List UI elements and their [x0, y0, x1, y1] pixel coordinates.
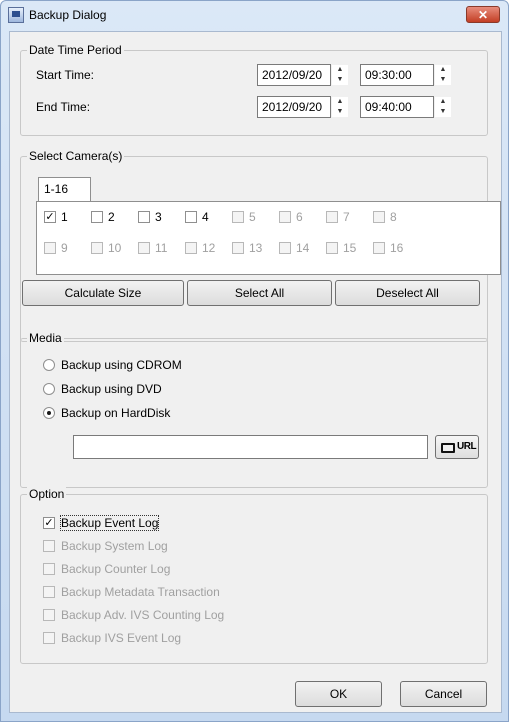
tab-cameras-1-16[interactable]: 1-16 — [38, 177, 91, 201]
spin-up-icon: ▲ — [336, 66, 344, 73]
cancel-button[interactable]: Cancel — [400, 681, 487, 707]
open-folder-icon — [441, 443, 455, 453]
radio-cdrom-label[interactable]: Backup using CDROM — [61, 358, 182, 372]
camera-checkbox — [232, 211, 244, 223]
radio-harddisk-label[interactable]: Backup on HardDisk — [61, 406, 170, 420]
camera-checkbox — [279, 242, 291, 254]
start-date-spinner[interactable]: ▲ ▼ — [332, 65, 348, 85]
backup-path-input[interactable] — [73, 435, 428, 459]
radio-cdrom[interactable] — [43, 359, 55, 371]
camera-checkbox — [138, 242, 150, 254]
option-checkbox[interactable]: ✓ — [43, 517, 55, 529]
spin-up-icon: ▲ — [439, 66, 447, 73]
media-legend: Media — [27, 331, 64, 345]
date-time-period-group: Date Time Period Start Time: 2012/09/20 … — [20, 43, 488, 136]
camera-checkbox[interactable]: ✓ — [44, 211, 56, 223]
option-legend: Option — [27, 487, 67, 501]
option-checkbox-label[interactable]: Backup Event Log — [59, 515, 160, 531]
camera-checkbox-label: 10 — [108, 241, 122, 255]
spin-down-icon: ▼ — [439, 76, 447, 83]
camera-checkbox-label: 9 — [61, 241, 68, 255]
backup-dialog-window: Backup Dialog ✕ Date Time Period Start T… — [0, 0, 509, 722]
end-time-field[interactable]: 09:40:00 — [360, 96, 434, 118]
spin-down-icon: ▼ — [336, 108, 344, 115]
select-cameras-legend: Select Camera(s) — [27, 149, 125, 163]
camera-checkbox — [91, 242, 103, 254]
camera-checkbox[interactable] — [185, 211, 197, 223]
camera-checkbox-label: 6 — [296, 210, 303, 224]
option-checkbox-label: Backup Counter Log — [61, 562, 171, 576]
option-checkbox-label: Backup IVS Event Log — [61, 631, 182, 645]
camera-checkbox[interactable] — [138, 211, 150, 223]
camera-checkbox-label: 15 — [343, 241, 357, 255]
start-time-field[interactable]: 09:30:00 — [360, 64, 434, 86]
window-title: Backup Dialog — [29, 8, 107, 22]
camera-checkbox-label: 11 — [155, 241, 168, 255]
spin-up-icon: ▲ — [439, 98, 447, 105]
option-checkbox-label: Backup Adv. IVS Counting Log — [61, 608, 225, 622]
deselect-all-button[interactable]: Deselect All — [335, 280, 480, 306]
camera-checkbox-label[interactable]: 2 — [108, 210, 115, 224]
camera-checkbox-label: 16 — [390, 241, 404, 255]
option-checkbox — [43, 609, 55, 621]
camera-checkbox-label: 14 — [296, 241, 310, 255]
spin-down-icon: ▼ — [336, 76, 344, 83]
start-time-spinner[interactable]: ▲ ▼ — [435, 65, 451, 85]
end-time-spinner[interactable]: ▲ ▼ — [435, 97, 451, 117]
camera-checkbox — [326, 242, 338, 254]
option-checkbox-label: Backup System Log — [61, 539, 168, 553]
radio-harddisk[interactable] — [43, 407, 55, 419]
title-bar[interactable]: Backup Dialog ✕ — [1, 1, 508, 29]
url-browse-button[interactable]: URL — [435, 435, 479, 459]
select-all-button[interactable]: Select All — [187, 280, 332, 306]
camera-checkbox-label: 7 — [343, 210, 350, 224]
camera-checkbox — [232, 242, 244, 254]
calculate-size-button[interactable]: Calculate Size — [22, 280, 184, 306]
option-checkbox — [43, 632, 55, 644]
camera-checkbox — [185, 242, 197, 254]
dialog-client-area: Date Time Period Start Time: 2012/09/20 … — [9, 31, 502, 713]
radio-dvd-label[interactable]: Backup using DVD — [61, 382, 162, 396]
start-time-label: Start Time: — [36, 68, 95, 82]
camera-checkbox — [44, 242, 56, 254]
camera-checkbox-label: 12 — [202, 241, 216, 255]
close-button[interactable]: ✕ — [466, 6, 500, 23]
date-time-period-legend: Date Time Period — [27, 43, 124, 57]
start-date-field[interactable]: 2012/09/20 — [257, 64, 331, 86]
camera-checkbox-label: 13 — [249, 241, 263, 255]
camera-checkbox-label: 5 — [249, 210, 256, 224]
spin-up-icon: ▲ — [336, 98, 344, 105]
url-button-label: URL — [457, 441, 477, 452]
camera-checkbox — [279, 211, 291, 223]
camera-checkbox[interactable] — [91, 211, 103, 223]
camera-checkbox — [373, 242, 385, 254]
option-checkbox — [43, 586, 55, 598]
camera-checkbox-label: 8 — [390, 210, 397, 224]
media-group: Media Backup using CDROM Backup using DV… — [20, 331, 488, 488]
end-date-spinner[interactable]: ▲ ▼ — [332, 97, 348, 117]
spin-down-icon: ▼ — [439, 108, 447, 115]
end-time-label: End Time: — [36, 100, 91, 114]
close-icon: ✕ — [477, 8, 489, 22]
backup-app-icon — [8, 7, 24, 23]
camera-checkbox-label[interactable]: 1 — [61, 210, 68, 224]
option-checkbox-label: Backup Metadata Transaction — [61, 585, 220, 599]
radio-dvd[interactable] — [43, 383, 55, 395]
camera-checkbox — [326, 211, 338, 223]
camera-checkbox-label[interactable]: 4 — [202, 210, 209, 224]
camera-checkbox — [373, 211, 385, 223]
camera-checkbox-label[interactable]: 3 — [155, 210, 162, 224]
option-checkbox — [43, 563, 55, 575]
option-checkbox — [43, 540, 55, 552]
select-cameras-group: Select Camera(s) 1-16 ✓ 1 2 3 4 5 6 7 8 9 10 11 12 13… — [20, 149, 501, 342]
end-date-field[interactable]: 2012/09/20 — [257, 96, 331, 118]
option-group: Option ✓ Backup Event Log Backup System Lo… — [20, 487, 488, 664]
camera-tab-panel: ✓ 1 2 3 4 5 6 7 8 9 10 11 12 13 14 15 16 — [36, 201, 501, 275]
ok-button[interactable]: OK — [295, 681, 382, 707]
